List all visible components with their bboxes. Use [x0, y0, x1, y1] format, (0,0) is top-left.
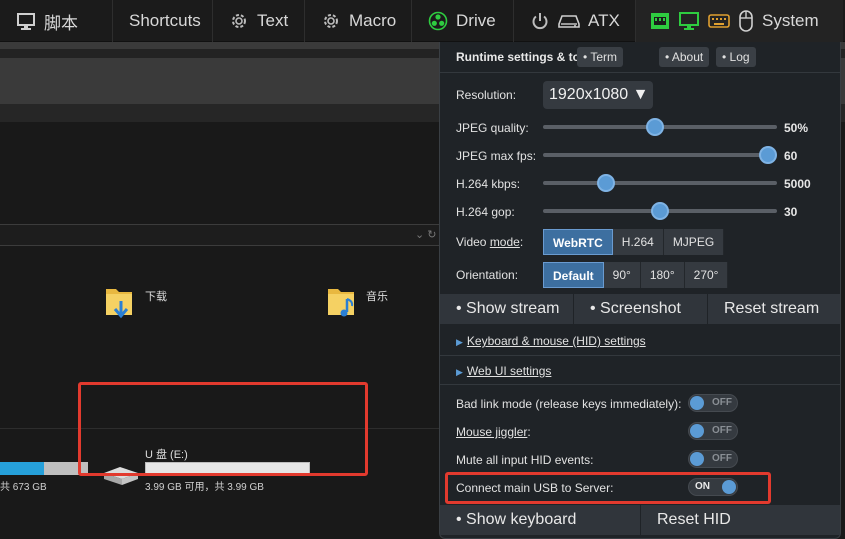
reset-stream-button[interactable]: Reset stream — [708, 294, 840, 324]
jpeg-fps-label: JPEG max fps: — [456, 149, 537, 163]
music-folder-icon — [328, 289, 354, 317]
video-mode-h264[interactable]: H.264 — [612, 229, 664, 255]
resolution-label: Resolution: — [456, 88, 517, 102]
gear-icon — [229, 11, 249, 31]
divider — [440, 384, 840, 385]
menu-text-label: Text — [257, 11, 289, 30]
runtime-settings-panel: Runtime settings & tools • Term • About … — [439, 42, 841, 539]
expand-triangle-icon: ▶ — [456, 337, 463, 347]
menu-atx[interactable]: ATX — [514, 0, 636, 42]
jpeg-quality-value: 50% — [784, 121, 809, 135]
drive-biohazard-icon — [428, 11, 448, 31]
music-folder-label: 音乐 — [366, 291, 388, 303]
resolution-select[interactable]: 1920x1080 ▼ — [543, 81, 653, 109]
mute-hid-switch[interactable]: OFF — [688, 450, 738, 468]
switch-knob — [690, 424, 704, 438]
switch-knob — [690, 396, 704, 410]
h264-gop-slider[interactable] — [543, 201, 777, 221]
top-menu-bar: 脚本 Shortcuts Text Macro Drive ATX System — [0, 0, 845, 42]
hdd-icon — [558, 13, 580, 29]
download-folder-icon — [106, 289, 132, 319]
orientation-label: Orientation: — [456, 268, 519, 282]
jpeg-fps-slider[interactable] — [543, 145, 777, 165]
usb-drive-capacity: 3.99 GB 可用，共 3.99 GB — [145, 482, 264, 493]
bad-link-mode-label: Bad link mode (release keys immediately)… — [456, 397, 682, 411]
h264-kbps-slider[interactable] — [543, 173, 777, 193]
switch-state: OFF — [712, 397, 732, 408]
about-button[interactable]: • About — [659, 47, 710, 67]
menu-system-label: System — [762, 11, 819, 30]
mouse-jiggler-switch[interactable]: OFF — [688, 422, 738, 440]
mouse-icon — [738, 10, 754, 32]
ethernet-icon — [650, 11, 670, 31]
switch-state: OFF — [712, 425, 732, 436]
term-button[interactable]: • Term — [577, 47, 623, 67]
left-drive-capacity: 共 673 GB — [0, 482, 47, 493]
connect-usb-highlight-box — [445, 472, 771, 504]
jpeg-quality-label: JPEG quality: — [456, 121, 529, 135]
gear-icon — [321, 11, 341, 31]
log-button[interactable]: • Log — [716, 47, 756, 67]
menu-text[interactable]: Text — [213, 0, 305, 42]
video-mode-label: Video mode: — [456, 235, 524, 249]
switch-state: OFF — [712, 453, 732, 464]
h264-gop-label: H.264 gop: — [456, 205, 515, 219]
show-stream-button[interactable]: • Show stream — [440, 294, 574, 324]
screenshot-button[interactable]: • Screenshot — [574, 294, 708, 324]
video-mode-mjpeg[interactable]: MJPEG — [663, 229, 725, 255]
show-keyboard-button[interactable]: • Show keyboard — [440, 505, 641, 535]
hid-settings-toggle[interactable]: ▶ Keyboard & mouse (HID) settings — [456, 334, 646, 348]
slider-knob[interactable] — [758, 146, 777, 164]
switch-knob — [690, 452, 704, 466]
expand-triangle-icon: ▶ — [456, 367, 463, 377]
orientation-selector: Default 90° 180° 270° — [543, 262, 729, 288]
menu-atx-label: ATX — [588, 11, 620, 30]
mute-hid-label: Mute all input HID events: — [456, 453, 594, 467]
downloads-folder[interactable] — [104, 285, 138, 326]
menu-drive[interactable]: Drive — [412, 0, 514, 42]
monitor-icon — [16, 11, 36, 31]
divider — [440, 72, 840, 73]
menu-drive-label: Drive — [456, 11, 496, 30]
usb-drive-highlight-box — [78, 382, 368, 476]
music-folder[interactable] — [326, 285, 360, 326]
reset-hid-button[interactable]: Reset HID — [641, 505, 840, 535]
orientation-180[interactable]: 180° — [640, 262, 685, 288]
mouse-jiggler-label: Mouse jiggler: — [456, 425, 531, 439]
slider-knob[interactable] — [646, 118, 665, 136]
slider-knob[interactable] — [651, 202, 669, 220]
address-bar[interactable] — [0, 224, 445, 246]
video-mode-webrtc[interactable]: WebRTC — [543, 229, 613, 255]
stream-button-bar: • Show stream • Screenshot Reset stream — [440, 294, 840, 324]
address-bar-controls[interactable]: ⌄ ↻ — [415, 228, 437, 241]
jpeg-fps-value: 60 — [784, 149, 798, 163]
menu-scripts-label: 脚本 — [44, 13, 78, 33]
display-icon — [678, 11, 700, 31]
h264-gop-value: 30 — [784, 205, 798, 219]
video-mode-selector: WebRTC H.264 MJPEG — [543, 229, 725, 255]
menu-shortcuts[interactable]: Shortcuts — [113, 0, 213, 42]
downloads-folder-label: 下载 — [145, 291, 167, 303]
bad-link-mode-switch[interactable]: OFF — [688, 394, 738, 412]
web-ui-settings-toggle[interactable]: ▶ Web UI settings — [456, 364, 551, 378]
divider — [440, 355, 840, 356]
hid-button-bar: • Show keyboard Reset HID — [440, 505, 840, 535]
menu-macro[interactable]: Macro — [305, 0, 412, 42]
left-drive-usage-bar — [0, 462, 88, 475]
slider-knob[interactable] — [597, 174, 616, 192]
jpeg-quality-slider[interactable] — [543, 117, 777, 137]
menu-shortcuts-label: Shortcuts — [129, 11, 201, 30]
orientation-90[interactable]: 90° — [603, 262, 641, 288]
power-icon — [530, 11, 550, 31]
keyboard-icon — [708, 13, 730, 29]
menu-system[interactable]: System — [636, 0, 843, 42]
orientation-default[interactable]: Default — [543, 262, 604, 288]
h264-kbps-value: 5000 — [784, 177, 811, 191]
menu-scripts[interactable]: 脚本 — [0, 0, 113, 42]
h264-kbps-label: H.264 kbps: — [456, 177, 521, 191]
orientation-270[interactable]: 270° — [684, 262, 729, 288]
left-drive-usage-fill — [0, 462, 44, 475]
menu-macro-label: Macro — [349, 11, 397, 30]
